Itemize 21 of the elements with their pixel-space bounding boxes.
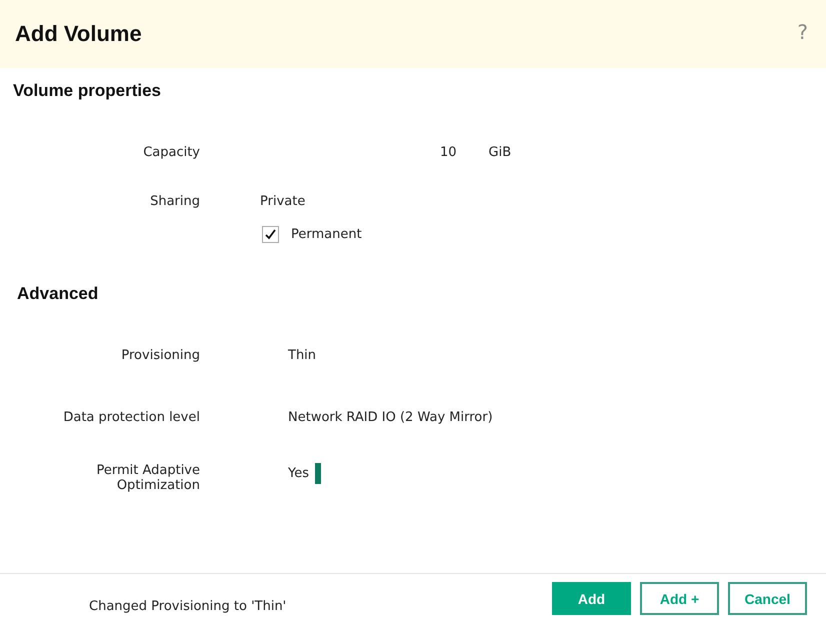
help-link[interactable]: ?: [797, 20, 808, 44]
capacity-value: 10: [440, 145, 457, 160]
dialog-button[interactable]: Cancel: [728, 582, 807, 615]
checkbox-label: Permanent: [291, 227, 362, 242]
add-button[interactable]: Add: [552, 582, 631, 615]
section-heading: Volume properties: [13, 81, 162, 101]
dialog-title: Add Volume: [15, 21, 142, 47]
permanent-checkbox[interactable]: [262, 226, 279, 243]
field-label: Data protection level: [63, 410, 200, 425]
field-label: Provisioning: [121, 348, 200, 363]
status-message: Changed Provisioning to 'Thin': [89, 599, 288, 614]
field-value: Private: [260, 194, 306, 209]
field-label: Permit Adaptive Optimization: [95, 463, 200, 493]
field-label: Sharing: [150, 194, 200, 209]
section-heading: Advanced: [17, 284, 100, 304]
field-label: Capacity: [143, 145, 200, 160]
dialog-button[interactable]: Add +: [640, 582, 719, 615]
field-value: Network RAID IO (2 Way Mirror): [288, 410, 493, 425]
field-value: Thin: [288, 348, 316, 363]
unit-label: GiB: [488, 145, 512, 160]
field-value: Yes: [288, 466, 309, 482]
